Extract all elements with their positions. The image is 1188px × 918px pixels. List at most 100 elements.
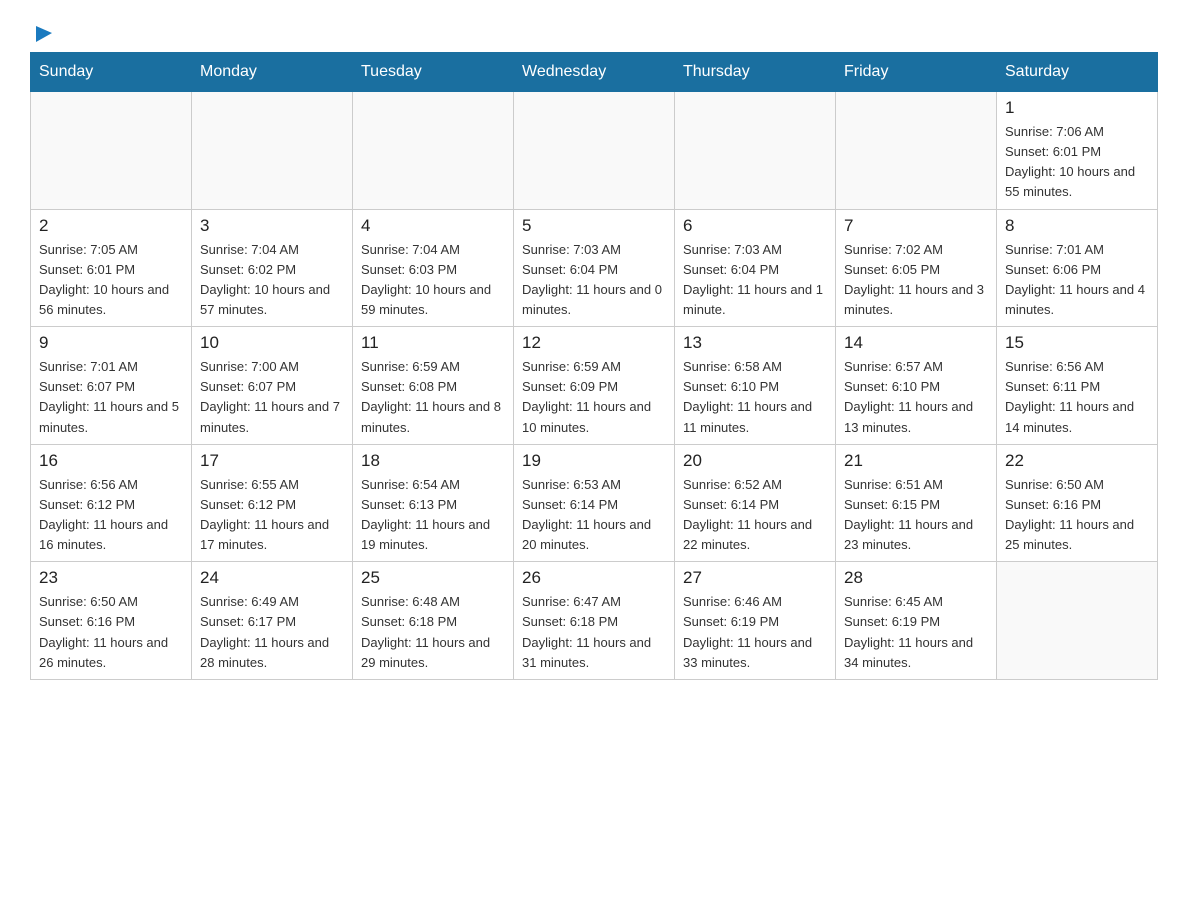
calendar-week-row: 9 Sunrise: 7:01 AM Sunset: 6:07 PM Daylig… bbox=[31, 327, 1158, 445]
day-number: 14 bbox=[844, 333, 988, 353]
day-of-week-header: Friday bbox=[836, 53, 997, 92]
calendar-cell: 15 Sunrise: 6:56 AM Sunset: 6:11 PM Dayli… bbox=[997, 327, 1158, 445]
day-info: Sunrise: 6:46 AM Sunset: 6:19 PM Dayligh… bbox=[683, 592, 827, 673]
calendar-cell: 22 Sunrise: 6:50 AM Sunset: 6:16 PM Dayli… bbox=[997, 444, 1158, 562]
day-number: 22 bbox=[1005, 451, 1149, 471]
day-number: 23 bbox=[39, 568, 183, 588]
calendar-cell bbox=[514, 92, 675, 210]
day-number: 11 bbox=[361, 333, 505, 353]
calendar-table: SundayMondayTuesdayWednesdayThursdayFrid… bbox=[30, 52, 1158, 680]
day-number: 24 bbox=[200, 568, 344, 588]
day-number: 18 bbox=[361, 451, 505, 471]
calendar-cell: 13 Sunrise: 6:58 AM Sunset: 6:10 PM Dayli… bbox=[675, 327, 836, 445]
day-number: 12 bbox=[522, 333, 666, 353]
calendar-week-row: 23 Sunrise: 6:50 AM Sunset: 6:16 PM Dayli… bbox=[31, 562, 1158, 680]
calendar-cell: 20 Sunrise: 6:52 AM Sunset: 6:14 PM Dayli… bbox=[675, 444, 836, 562]
calendar-cell: 28 Sunrise: 6:45 AM Sunset: 6:19 PM Dayli… bbox=[836, 562, 997, 680]
day-info: Sunrise: 7:00 AM Sunset: 6:07 PM Dayligh… bbox=[200, 357, 344, 438]
day-info: Sunrise: 6:55 AM Sunset: 6:12 PM Dayligh… bbox=[200, 475, 344, 556]
calendar-cell: 14 Sunrise: 6:57 AM Sunset: 6:10 PM Dayli… bbox=[836, 327, 997, 445]
day-number: 3 bbox=[200, 216, 344, 236]
calendar-week-row: 16 Sunrise: 6:56 AM Sunset: 6:12 PM Dayli… bbox=[31, 444, 1158, 562]
day-info: Sunrise: 6:54 AM Sunset: 6:13 PM Dayligh… bbox=[361, 475, 505, 556]
day-of-week-header: Saturday bbox=[997, 53, 1158, 92]
day-number: 1 bbox=[1005, 98, 1149, 118]
day-number: 21 bbox=[844, 451, 988, 471]
day-of-week-header: Monday bbox=[192, 53, 353, 92]
day-info: Sunrise: 6:53 AM Sunset: 6:14 PM Dayligh… bbox=[522, 475, 666, 556]
calendar-cell: 27 Sunrise: 6:46 AM Sunset: 6:19 PM Dayli… bbox=[675, 562, 836, 680]
day-info: Sunrise: 7:05 AM Sunset: 6:01 PM Dayligh… bbox=[39, 240, 183, 321]
calendar-cell: 1Sunrise: 7:06 AM Sunset: 6:01 PM Daylig… bbox=[997, 92, 1158, 210]
calendar-cell: 11 Sunrise: 6:59 AM Sunset: 6:08 PM Dayli… bbox=[353, 327, 514, 445]
logo-triangle-icon bbox=[32, 22, 54, 44]
calendar-cell: 8 Sunrise: 7:01 AM Sunset: 6:06 PM Daylig… bbox=[997, 209, 1158, 327]
day-number: 17 bbox=[200, 451, 344, 471]
calendar-cell: 25 Sunrise: 6:48 AM Sunset: 6:18 PM Dayli… bbox=[353, 562, 514, 680]
day-info: Sunrise: 6:51 AM Sunset: 6:15 PM Dayligh… bbox=[844, 475, 988, 556]
logo bbox=[30, 20, 54, 42]
calendar-cell: 24 Sunrise: 6:49 AM Sunset: 6:17 PM Dayli… bbox=[192, 562, 353, 680]
day-info: Sunrise: 6:52 AM Sunset: 6:14 PM Dayligh… bbox=[683, 475, 827, 556]
calendar-cell bbox=[836, 92, 997, 210]
calendar-cell: 9 Sunrise: 7:01 AM Sunset: 6:07 PM Daylig… bbox=[31, 327, 192, 445]
day-number: 8 bbox=[1005, 216, 1149, 236]
day-info: Sunrise: 6:59 AM Sunset: 6:08 PM Dayligh… bbox=[361, 357, 505, 438]
calendar-cell: 16 Sunrise: 6:56 AM Sunset: 6:12 PM Dayli… bbox=[31, 444, 192, 562]
day-info: Sunrise: 6:59 AM Sunset: 6:09 PM Dayligh… bbox=[522, 357, 666, 438]
day-info: Sunrise: 7:02 AM Sunset: 6:05 PM Dayligh… bbox=[844, 240, 988, 321]
day-number: 16 bbox=[39, 451, 183, 471]
day-of-week-header: Tuesday bbox=[353, 53, 514, 92]
day-info: Sunrise: 7:04 AM Sunset: 6:03 PM Dayligh… bbox=[361, 240, 505, 321]
day-number: 9 bbox=[39, 333, 183, 353]
calendar-cell: 12 Sunrise: 6:59 AM Sunset: 6:09 PM Dayli… bbox=[514, 327, 675, 445]
day-number: 6 bbox=[683, 216, 827, 236]
day-info: Sunrise: 7:01 AM Sunset: 6:07 PM Dayligh… bbox=[39, 357, 183, 438]
calendar-cell bbox=[353, 92, 514, 210]
calendar-cell: 17 Sunrise: 6:55 AM Sunset: 6:12 PM Dayli… bbox=[192, 444, 353, 562]
day-info: Sunrise: 6:56 AM Sunset: 6:12 PM Dayligh… bbox=[39, 475, 183, 556]
page-header bbox=[30, 20, 1158, 42]
calendar-week-row: 1Sunrise: 7:06 AM Sunset: 6:01 PM Daylig… bbox=[31, 92, 1158, 210]
calendar-cell bbox=[192, 92, 353, 210]
calendar-cell: 19 Sunrise: 6:53 AM Sunset: 6:14 PM Dayli… bbox=[514, 444, 675, 562]
day-number: 20 bbox=[683, 451, 827, 471]
calendar-cell: 21 Sunrise: 6:51 AM Sunset: 6:15 PM Dayli… bbox=[836, 444, 997, 562]
day-info: Sunrise: 7:01 AM Sunset: 6:06 PM Dayligh… bbox=[1005, 240, 1149, 321]
day-info: Sunrise: 7:04 AM Sunset: 6:02 PM Dayligh… bbox=[200, 240, 344, 321]
day-info: Sunrise: 7:03 AM Sunset: 6:04 PM Dayligh… bbox=[683, 240, 827, 321]
day-info: Sunrise: 6:50 AM Sunset: 6:16 PM Dayligh… bbox=[1005, 475, 1149, 556]
calendar-cell: 18 Sunrise: 6:54 AM Sunset: 6:13 PM Dayli… bbox=[353, 444, 514, 562]
day-info: Sunrise: 7:03 AM Sunset: 6:04 PM Dayligh… bbox=[522, 240, 666, 321]
calendar-cell: 5 Sunrise: 7:03 AM Sunset: 6:04 PM Daylig… bbox=[514, 209, 675, 327]
day-info: Sunrise: 6:57 AM Sunset: 6:10 PM Dayligh… bbox=[844, 357, 988, 438]
calendar-cell: 6 Sunrise: 7:03 AM Sunset: 6:04 PM Daylig… bbox=[675, 209, 836, 327]
day-number: 7 bbox=[844, 216, 988, 236]
day-number: 15 bbox=[1005, 333, 1149, 353]
day-number: 28 bbox=[844, 568, 988, 588]
calendar-cell: 4 Sunrise: 7:04 AM Sunset: 6:03 PM Daylig… bbox=[353, 209, 514, 327]
calendar-cell: 2 Sunrise: 7:05 AM Sunset: 6:01 PM Daylig… bbox=[31, 209, 192, 327]
day-of-week-header: Wednesday bbox=[514, 53, 675, 92]
day-number: 25 bbox=[361, 568, 505, 588]
calendar-week-row: 2 Sunrise: 7:05 AM Sunset: 6:01 PM Daylig… bbox=[31, 209, 1158, 327]
day-info: Sunrise: 6:49 AM Sunset: 6:17 PM Dayligh… bbox=[200, 592, 344, 673]
day-number: 5 bbox=[522, 216, 666, 236]
calendar-cell bbox=[31, 92, 192, 210]
calendar-cell: 10Sunrise: 7:00 AM Sunset: 6:07 PM Dayli… bbox=[192, 327, 353, 445]
day-number: 13 bbox=[683, 333, 827, 353]
calendar-cell bbox=[997, 562, 1158, 680]
day-number: 2 bbox=[39, 216, 183, 236]
calendar-cell: 3 Sunrise: 7:04 AM Sunset: 6:02 PM Daylig… bbox=[192, 209, 353, 327]
day-info: Sunrise: 6:48 AM Sunset: 6:18 PM Dayligh… bbox=[361, 592, 505, 673]
day-number: 4 bbox=[361, 216, 505, 236]
day-of-week-header: Sunday bbox=[31, 53, 192, 92]
day-number: 27 bbox=[683, 568, 827, 588]
day-number: 19 bbox=[522, 451, 666, 471]
day-info: Sunrise: 6:45 AM Sunset: 6:19 PM Dayligh… bbox=[844, 592, 988, 673]
day-info: Sunrise: 6:58 AM Sunset: 6:10 PM Dayligh… bbox=[683, 357, 827, 438]
day-info: Sunrise: 6:47 AM Sunset: 6:18 PM Dayligh… bbox=[522, 592, 666, 673]
calendar-cell: 23 Sunrise: 6:50 AM Sunset: 6:16 PM Dayli… bbox=[31, 562, 192, 680]
day-info: Sunrise: 6:56 AM Sunset: 6:11 PM Dayligh… bbox=[1005, 357, 1149, 438]
day-info: Sunrise: 6:50 AM Sunset: 6:16 PM Dayligh… bbox=[39, 592, 183, 673]
